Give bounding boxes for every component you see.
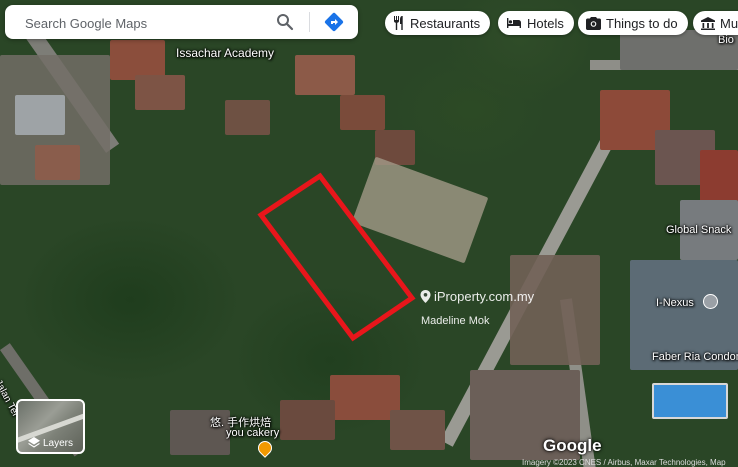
chip-label: Hotels <box>527 15 564 31</box>
place-label[interactable]: Bio <box>718 34 734 46</box>
location-pin-icon <box>420 290 431 303</box>
search-input[interactable] <box>23 13 257 33</box>
watermark: iProperty.com.my Madeline Mok <box>420 289 534 327</box>
place-label[interactable]: Global Snack <box>666 224 731 236</box>
place-marker-icon[interactable] <box>703 294 718 309</box>
search-icon[interactable] <box>276 13 294 31</box>
chip-things-to-do[interactable]: Things to do <box>578 11 688 35</box>
watermark-agent: Madeline Mok <box>421 315 490 327</box>
chip-museums[interactable]: Mu <box>693 11 738 35</box>
satellite-map[interactable]: Issachar Academy Global Snack I-Nexus Fa… <box>0 0 738 467</box>
attribution[interactable]: Imagery ©2023 CNES / Airbus, Maxar Techn… <box>522 459 738 467</box>
divider <box>309 12 310 32</box>
place-label[interactable]: Issachar Academy <box>176 46 274 60</box>
watermark-site: iProperty.com.my <box>434 289 535 304</box>
layers-label: Layers <box>42 437 73 449</box>
layers-icon <box>27 437 40 448</box>
chip-restaurants[interactable]: Restaurants <box>385 11 491 35</box>
chip-hotels[interactable]: Hotels <box>498 11 574 35</box>
search-bar[interactable] <box>5 5 358 39</box>
place-label[interactable]: you cakery <box>226 427 279 439</box>
layers-button[interactable]: Layers <box>16 399 85 454</box>
chip-label: Restaurants <box>410 15 481 31</box>
camera-icon <box>586 16 601 30</box>
plot-outline <box>257 172 416 342</box>
place-label[interactable]: Faber Ria Condomin <box>652 351 738 363</box>
hotel-icon <box>507 18 521 28</box>
directions-icon[interactable] <box>323 11 345 33</box>
place-label[interactable]: I-Nexus <box>656 297 694 309</box>
chip-label: Mu <box>720 15 738 31</box>
chip-label: Things to do <box>606 15 678 31</box>
museum-icon <box>701 16 715 30</box>
google-logo: Google <box>543 436 602 455</box>
restaurant-icon <box>394 16 403 30</box>
layers-label-row: Layers <box>18 437 83 449</box>
